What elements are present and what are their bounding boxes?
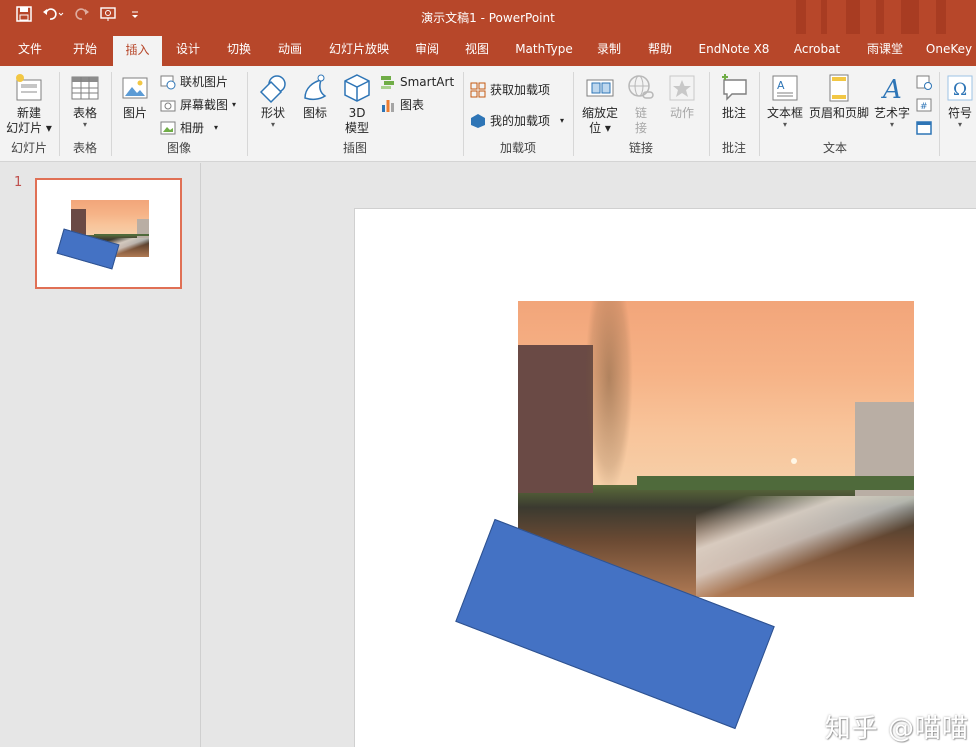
comment-icon [718, 72, 750, 104]
tab-home[interactable]: 开始 [60, 34, 110, 66]
chart-icon [380, 97, 396, 113]
shapes-icon [257, 72, 289, 104]
slide-thumbnail[interactable] [35, 178, 182, 289]
ribbon: 新建 幻灯片 ▾ 幻灯片 表格 ▾ 表格 图片 联机图片 屏幕截图 ▾ 相册 ▾… [0, 66, 976, 162]
header-footer-icon [823, 72, 855, 104]
slide-number-icon: # [916, 97, 932, 113]
zoom-icon [584, 72, 616, 104]
zoom-button[interactable]: 缩放定 位 ▾ [578, 72, 622, 136]
svg-text:A: A [777, 79, 785, 92]
new-slide-button[interactable]: 新建 幻灯片 ▾ [4, 72, 54, 136]
comment-button[interactable]: 批注 [716, 72, 752, 121]
group-text: A 文本框 ▾ 页眉和页脚 A 艺术字 ▾ # 文本 [760, 70, 938, 158]
omega-icon: Ω [946, 72, 974, 104]
photo-album-button[interactable]: 相册 ▾ [160, 118, 218, 138]
group-symbols: Ω 符号 ▾ [940, 70, 976, 158]
title-bar: 演示文稿1 - PowerPoint [0, 0, 976, 34]
symbol-button[interactable]: Ω 符号 ▾ [944, 72, 976, 129]
tab-review[interactable]: 审阅 [405, 34, 449, 66]
action-button[interactable]: 动作 [662, 72, 702, 121]
wordart-button[interactable]: A 艺术字 ▾ [872, 72, 912, 129]
object-button[interactable] [916, 118, 932, 138]
slide-editing-area: 知乎 @喵喵 [202, 163, 976, 747]
ribbon-tabs: 文件 开始 插入 设计 切换 动画 幻灯片放映 审阅 视图 MathType 录… [0, 34, 976, 66]
watermark: 知乎 @喵喵 [824, 714, 969, 744]
svg-text:A: A [881, 75, 902, 104]
group-label-slides: 幻灯片 [10, 141, 47, 155]
svg-text:Ω: Ω [953, 80, 967, 100]
group-label-links: 链接 [628, 141, 653, 155]
slide-canvas[interactable]: 知乎 @喵喵 [354, 208, 976, 747]
picture-button[interactable]: 图片 [118, 72, 152, 121]
slide-number-button[interactable]: # [916, 95, 932, 115]
my-addins-icon [470, 113, 486, 129]
group-links: 缩放定 位 ▾ 链 接 动作 链接 [574, 70, 708, 158]
3d-models-button[interactable]: 3D 模型 [338, 72, 376, 136]
svg-text:#: # [920, 102, 928, 112]
tab-transitions[interactable]: 切换 [216, 34, 262, 66]
date-time-icon [916, 74, 932, 90]
tab-view[interactable]: 视图 [455, 34, 499, 66]
group-slides: 新建 幻灯片 ▾ 幻灯片 [0, 70, 58, 158]
link-globe-icon [625, 72, 657, 104]
photo-album-icon [160, 120, 176, 136]
group-tables: 表格 ▾ 表格 [60, 70, 110, 158]
group-comments: 批注 批注 [710, 70, 758, 158]
header-footer-button[interactable]: 页眉和页脚 [808, 72, 870, 121]
picture-icon [119, 72, 151, 104]
get-addins-button[interactable]: 获取加载项 [470, 80, 550, 100]
link-button[interactable]: 链 接 [624, 72, 658, 136]
screenshot-button[interactable]: 屏幕截图 ▾ [160, 95, 236, 115]
table-button[interactable]: 表格 ▾ [66, 72, 104, 129]
slide-number: 1 [14, 175, 23, 190]
group-label-addins: 加载项 [499, 141, 536, 155]
icons-icon [299, 72, 331, 104]
object-icon [916, 120, 932, 136]
table-icon [69, 72, 101, 104]
tab-animations[interactable]: 动画 [267, 34, 313, 66]
new-slide-icon [13, 72, 45, 104]
title-bar-decoration [776, 0, 976, 34]
tab-rain-classroom[interactable]: 雨课堂 [856, 34, 914, 66]
textbox-icon: A [769, 72, 801, 104]
wordart-icon: A [876, 72, 908, 105]
smartart-icon [380, 74, 396, 90]
group-images: 图片 联机图片 屏幕截图 ▾ 相册 ▾ 图像 [112, 70, 246, 158]
my-addins-button[interactable]: 我的加载项 ▾ [470, 111, 564, 131]
online-pictures-button[interactable]: 联机图片 [160, 72, 228, 92]
tab-acrobat[interactable]: Acrobat [784, 34, 850, 66]
date-time-button[interactable] [916, 72, 932, 92]
icons-button[interactable]: 图标 [296, 72, 334, 121]
group-label-tables: 表格 [72, 141, 97, 155]
tab-onekey[interactable]: OneKey [922, 34, 976, 66]
screenshot-icon [160, 97, 176, 113]
group-addins: 获取加载项 我的加载项 ▾ 加载项 [464, 70, 572, 158]
action-star-icon [666, 72, 698, 104]
group-illustrations: 形状 ▾ 图标 3D 模型 SmartArt 图表 插图 [248, 70, 462, 158]
3d-cube-icon [341, 72, 373, 104]
online-pictures-icon [160, 74, 176, 90]
tab-slideshow[interactable]: 幻灯片放映 [320, 34, 398, 66]
group-label-images: 图像 [166, 141, 191, 155]
tab-endnote[interactable]: EndNote X8 [692, 34, 776, 66]
smartart-button[interactable]: SmartArt [380, 72, 454, 92]
slide-thumbnail-panel: 1 [0, 163, 201, 747]
tab-design[interactable]: 设计 [165, 34, 211, 66]
group-label-illustrations: 插图 [342, 141, 367, 155]
tab-help[interactable]: 帮助 [637, 34, 683, 66]
group-label-text: 文本 [822, 141, 847, 155]
group-label-comments: 批注 [721, 141, 746, 155]
tab-insert[interactable]: 插入 [113, 36, 162, 66]
tab-file[interactable]: 文件 [6, 34, 54, 66]
store-icon [470, 82, 486, 98]
shapes-button[interactable]: 形状 ▾ [254, 72, 292, 129]
chart-button[interactable]: 图表 [380, 95, 424, 115]
textbox-button[interactable]: A 文本框 ▾ [764, 72, 806, 129]
tab-mathtype[interactable]: MathType [507, 34, 581, 66]
tab-record[interactable]: 录制 [587, 34, 631, 66]
